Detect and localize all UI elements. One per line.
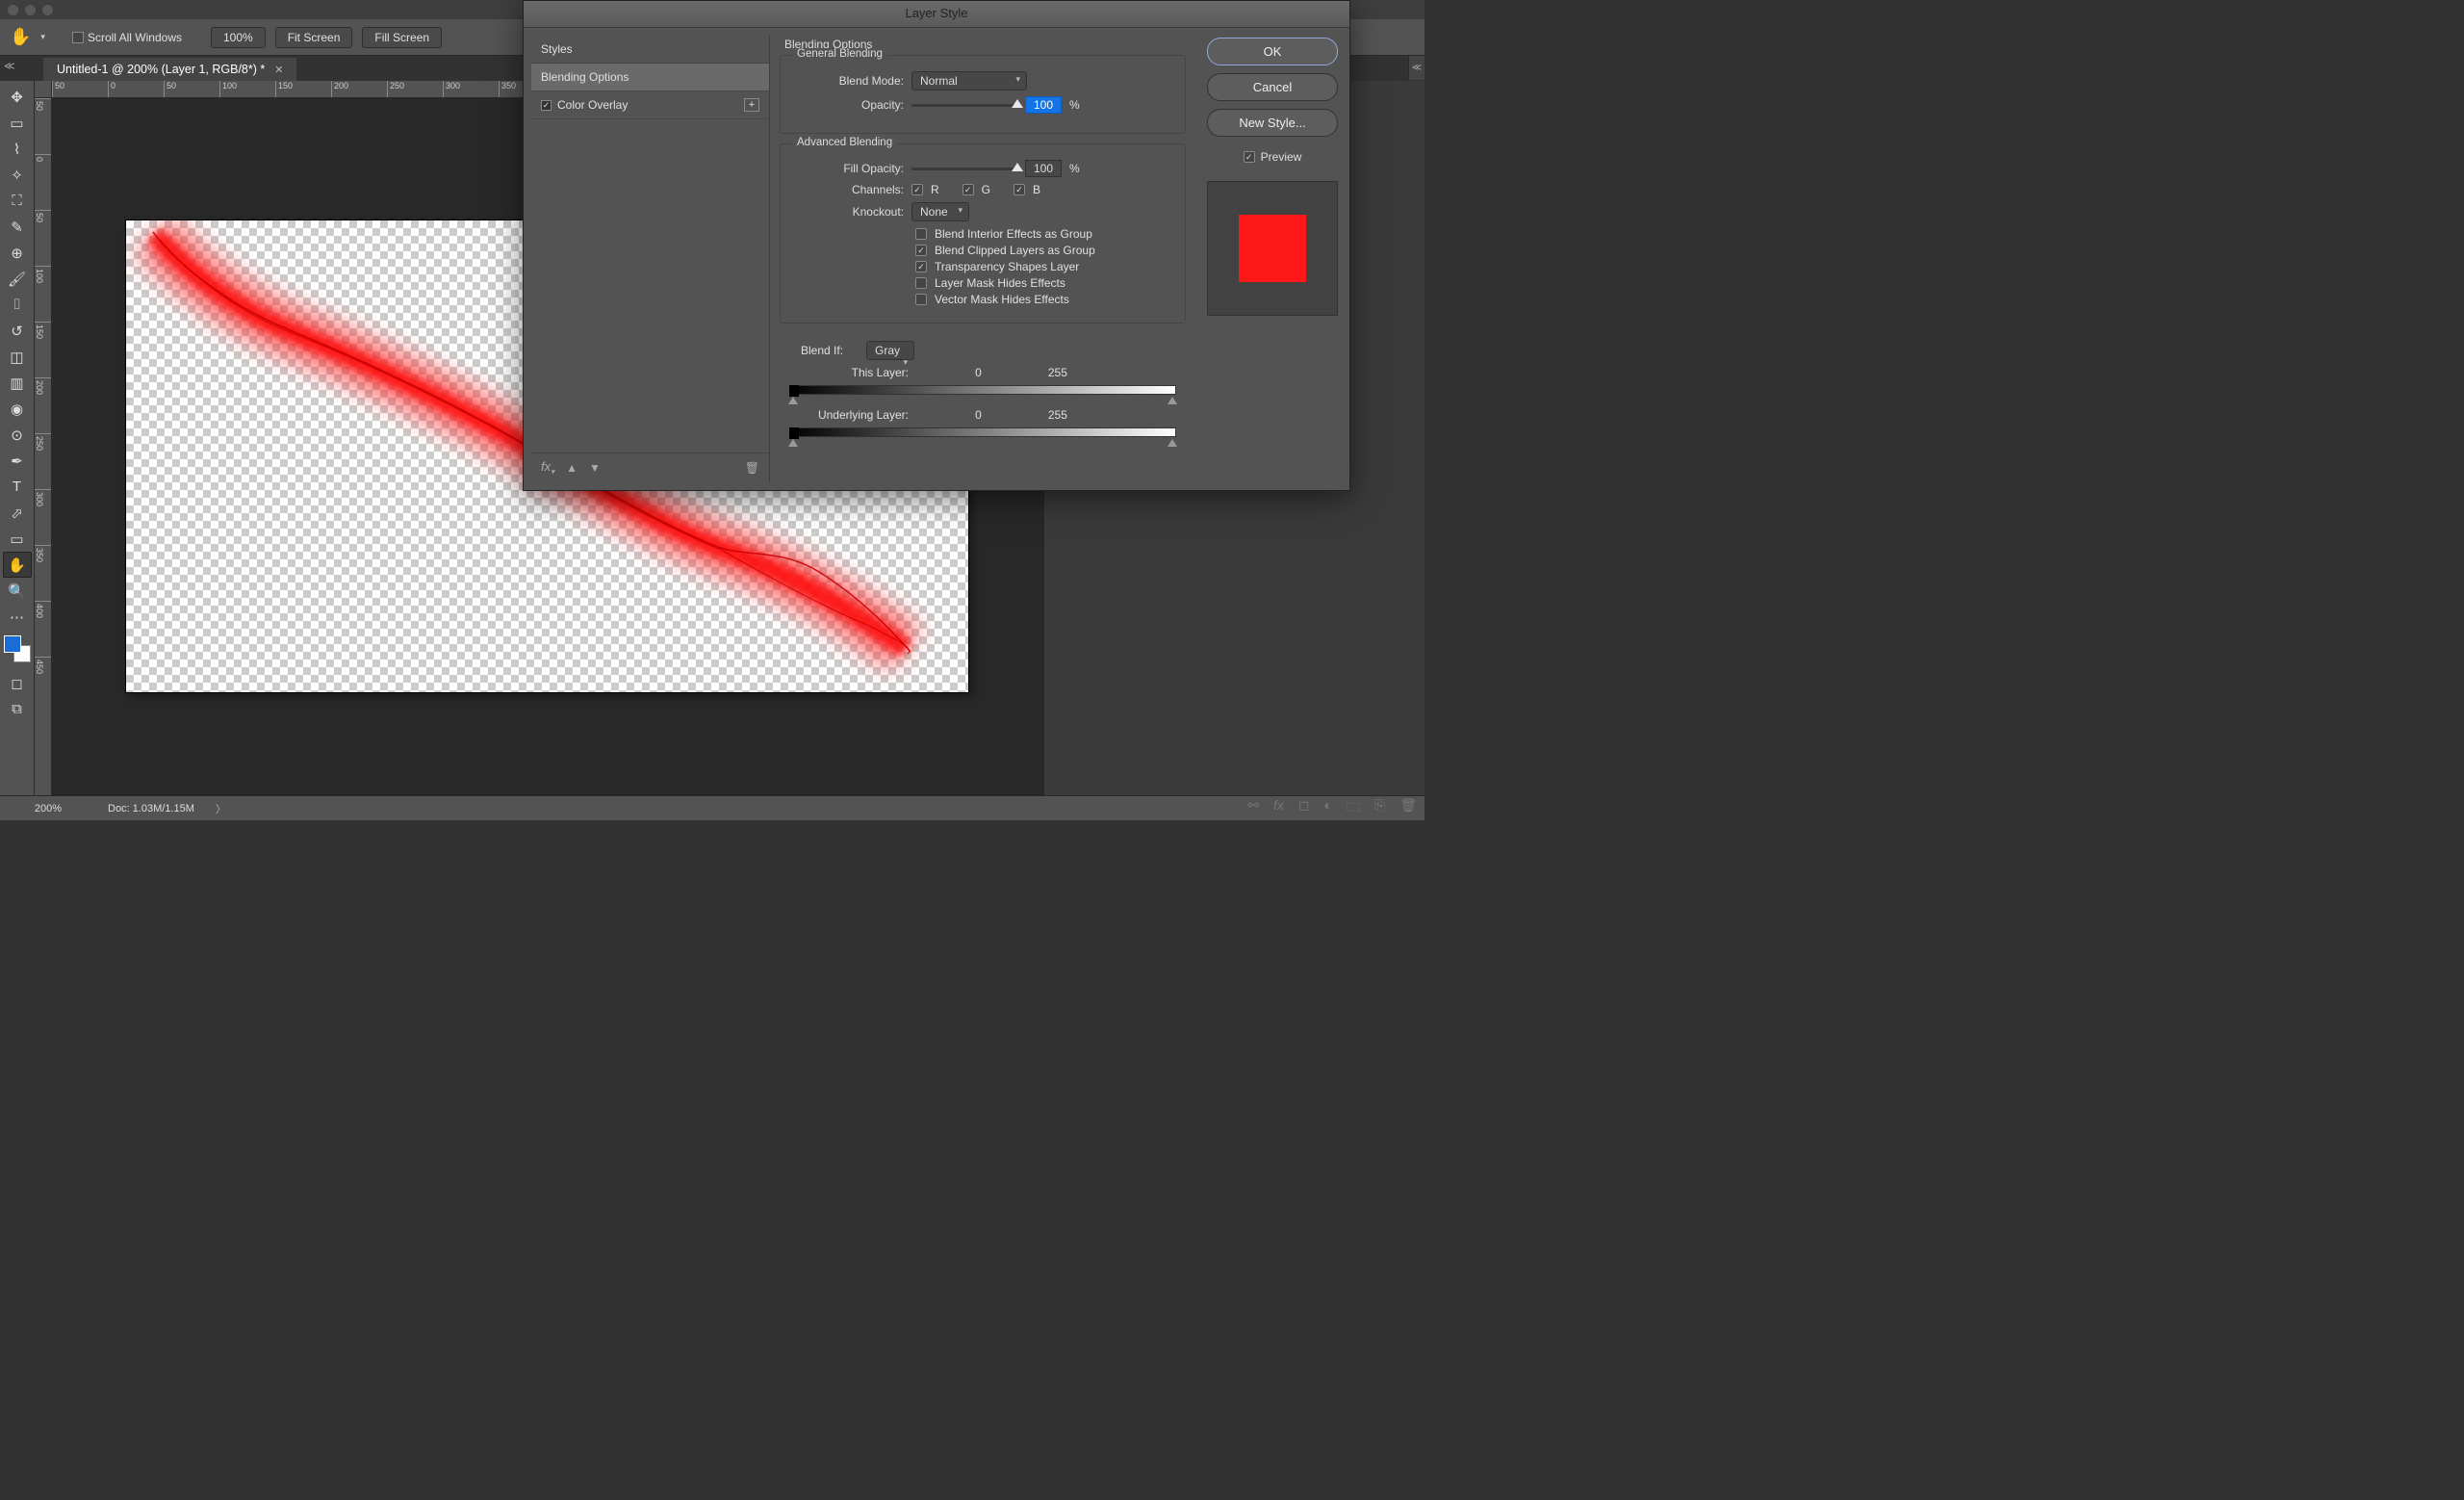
blend-mode-select[interactable]: Normal <box>911 71 1027 91</box>
layer-style-dialog: Layer Style Styles Blending Options Colo… <box>523 0 1350 491</box>
add-effect-icon[interactable]: + <box>744 98 759 112</box>
color-overlay-checkbox[interactable] <box>541 100 552 111</box>
path-select-tool[interactable]: ⬀ <box>3 500 32 526</box>
hand-tool-icon: ✋ <box>10 27 31 47</box>
lasso-tool[interactable]: ⌇ <box>3 136 32 162</box>
opacity-input[interactable]: 100 <box>1025 96 1062 114</box>
ruler-origin[interactable] <box>35 81 52 98</box>
crop-tool[interactable]: ⛶ <box>3 188 32 214</box>
move-down-icon[interactable]: ▼ <box>589 461 601 475</box>
knockout-select[interactable]: None <box>911 202 969 221</box>
dialog-title: Layer Style <box>524 1 1349 28</box>
foreground-color[interactable] <box>4 635 21 653</box>
zoom-percent[interactable]: 100% <box>211 27 266 48</box>
fit-screen-button[interactable]: Fit Screen <box>275 27 353 48</box>
fx-menu-icon[interactable]: fx▾ <box>541 459 554 477</box>
blend-if-select[interactable]: Gray <box>866 341 914 360</box>
status-doc-size[interactable]: Doc: 1.03M/1.15M <box>96 803 206 815</box>
close-tab-icon[interactable]: ✕ <box>274 64 283 76</box>
scroll-all-windows-checkbox[interactable]: Scroll All Windows <box>72 31 182 44</box>
link-layers-icon[interactable]: ⚯ <box>1247 797 1259 820</box>
advanced-blending-group: Advanced Blending Fill Opacity: 100 % Ch… <box>780 143 1186 323</box>
fill-opacity-input[interactable]: 100 <box>1025 160 1062 177</box>
marquee-tool[interactable]: ▭ <box>3 110 32 136</box>
channel-g-checkbox[interactable] <box>962 184 974 195</box>
traffic-close[interactable] <box>8 5 18 15</box>
pen-tool[interactable]: ✒ <box>3 448 32 474</box>
type-tool[interactable]: T <box>3 474 32 500</box>
document-tab-title: Untitled-1 @ 200% (Layer 1, RGB/8*) * <box>57 63 265 76</box>
history-brush-tool[interactable]: ↺ <box>3 318 32 344</box>
general-blending-group: General Blending Blend Mode: Normal Opac… <box>780 55 1186 134</box>
layer-group-icon[interactable]: 🗀 <box>1347 797 1360 820</box>
styles-footer: fx▾ ▲ ▼ 🗑 <box>531 453 769 482</box>
move-tool[interactable]: ✥ <box>3 84 32 110</box>
blur-tool[interactable]: ◉ <box>3 396 32 422</box>
ok-button[interactable]: OK <box>1207 38 1338 65</box>
styles-header[interactable]: Styles <box>531 36 769 64</box>
gradient-tool[interactable]: ▥ <box>3 370 32 396</box>
traffic-min[interactable] <box>25 5 36 15</box>
more-tools[interactable]: ⋯ <box>3 604 32 630</box>
move-up-icon[interactable]: ▲ <box>566 461 578 475</box>
preview-checkbox[interactable]: Preview <box>1207 150 1338 164</box>
vector-mask-hides-checkbox[interactable] <box>915 294 927 305</box>
layer-fx-icon[interactable]: fx <box>1273 797 1284 820</box>
color-swatches[interactable] <box>4 635 31 662</box>
opacity-slider[interactable] <box>911 104 1017 107</box>
zoom-tool[interactable]: 🔍 <box>3 578 32 604</box>
this-layer-slider[interactable] <box>789 385 1176 395</box>
ruler-vertical[interactable]: 50050100150200250300350400450 <box>35 98 52 795</box>
new-layer-icon[interactable]: ⎘ <box>1374 797 1385 820</box>
blend-interior-checkbox[interactable] <box>915 228 927 240</box>
traffic-max[interactable] <box>42 5 53 15</box>
delete-layer-icon[interactable]: 🗑 <box>1399 797 1417 820</box>
blend-clipped-checkbox[interactable] <box>915 245 927 256</box>
screen-mode-tool[interactable]: ⧉ <box>3 696 32 722</box>
styles-list-column: Styles Blending Options Color Overlay + … <box>531 36 770 482</box>
tool-preset-dropdown[interactable]: ▾ <box>40 32 45 42</box>
tools-panel: ✥ ▭ ⌇ ✧ ⛶ ✎ ⊕ 🖌 ⌷ ↺ ◫ ▥ ◉ ⊙ ✒ T ⬀ ▭ ✋ 🔍 … <box>0 81 35 795</box>
layer-mask-icon[interactable]: ◻ <box>1298 797 1310 820</box>
fill-opacity-slider[interactable] <box>911 168 1017 170</box>
panel-collapse-strip[interactable]: ≪ <box>1408 56 1424 80</box>
eyedropper-tool[interactable]: ✎ <box>3 214 32 240</box>
new-style-button[interactable]: New Style... <box>1207 109 1338 137</box>
style-item-blending-options[interactable]: Blending Options <box>531 64 769 91</box>
blending-options-column: Blending Options General Blending Blend … <box>770 28 1195 490</box>
eraser-tool[interactable]: ◫ <box>3 344 32 370</box>
magic-wand-tool[interactable]: ✧ <box>3 162 32 188</box>
layers-panel-footer: ⚯ fx ◻ ◐ 🗀 ⎘ 🗑 <box>1247 797 1417 820</box>
channel-r-checkbox[interactable] <box>911 184 923 195</box>
adjustment-layer-icon[interactable]: ◐ <box>1324 797 1332 820</box>
healing-tool[interactable]: ⊕ <box>3 240 32 266</box>
underlying-layer-slider[interactable] <box>789 427 1176 437</box>
fill-screen-button[interactable]: Fill Screen <box>362 27 442 48</box>
hand-tool[interactable]: ✋ <box>3 552 32 578</box>
style-item-color-overlay[interactable]: Color Overlay + <box>531 91 769 119</box>
blend-if-group: Blend If: Gray This Layer: 0 255 Underly… <box>780 333 1186 453</box>
brush-tool[interactable]: 🖌 <box>3 266 32 292</box>
stamp-tool[interactable]: ⌷ <box>3 292 32 318</box>
status-zoom[interactable]: 200% <box>0 803 96 815</box>
dodge-tool[interactable]: ⊙ <box>3 422 32 448</box>
quick-mask-tool[interactable]: ◻ <box>3 670 32 696</box>
status-menu-icon[interactable]: 〉 <box>216 801 226 816</box>
status-bar: 200% Doc: 1.03M/1.15M 〉 ⚯ fx ◻ ◐ 🗀 ⎘ 🗑 <box>0 795 1424 820</box>
dialog-buttons-column: OK Cancel New Style... Preview <box>1195 28 1349 490</box>
delete-style-icon[interactable]: 🗑 <box>745 461 759 475</box>
preview-color-swatch <box>1239 215 1306 282</box>
preview-swatch <box>1207 181 1338 316</box>
shape-tool[interactable]: ▭ <box>3 526 32 552</box>
layer-mask-hides-checkbox[interactable] <box>915 277 927 289</box>
channel-b-checkbox[interactable] <box>1014 184 1025 195</box>
document-tab[interactable]: Untitled-1 @ 200% (Layer 1, RGB/8*) * ✕ <box>43 58 296 81</box>
transparency-shapes-checkbox[interactable] <box>915 261 927 272</box>
cancel-button[interactable]: Cancel <box>1207 73 1338 101</box>
tab-collapse-icon[interactable]: ≪ <box>4 60 15 72</box>
